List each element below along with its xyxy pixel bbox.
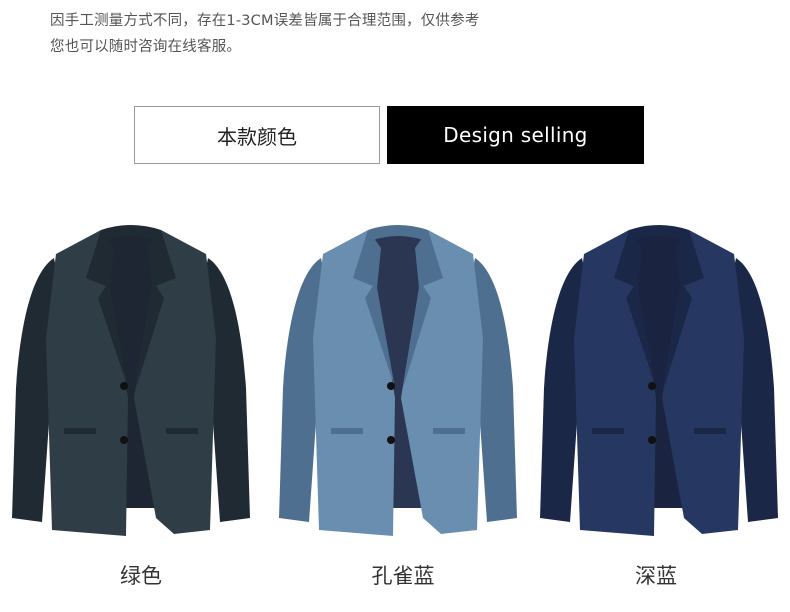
tab-colors-label: 本款颜色 bbox=[217, 124, 297, 149]
right-pocket bbox=[166, 428, 198, 434]
color-label-1: 绿色 bbox=[120, 564, 162, 588]
button-top bbox=[387, 382, 395, 390]
tab-design-selling-label: Design selling bbox=[443, 123, 588, 147]
left-pocket bbox=[592, 428, 624, 434]
jacket-image-3[interactable] bbox=[534, 218, 784, 538]
button-top bbox=[120, 382, 128, 390]
jacket-image-1[interactable] bbox=[6, 218, 256, 538]
left-pocket bbox=[64, 428, 96, 434]
button-bottom bbox=[120, 436, 128, 444]
button-top bbox=[648, 382, 656, 390]
color-label-2: 孔雀蓝 bbox=[371, 564, 435, 588]
tab-colors[interactable]: 本款颜色 bbox=[134, 106, 380, 164]
left-pocket bbox=[331, 428, 363, 434]
note-line-2: 您也可以随时咨询在线客服。 bbox=[50, 39, 242, 55]
right-pocket bbox=[433, 428, 465, 434]
button-bottom bbox=[648, 436, 656, 444]
measurement-note: 因手工测量方式不同，存在1-3CM误差皆属于合理范围，仅供参考 您也可以随时咨询… bbox=[50, 8, 480, 60]
color-label-3: 深蓝 bbox=[635, 564, 677, 588]
right-pocket bbox=[694, 428, 726, 434]
jacket-image-2[interactable] bbox=[273, 218, 523, 538]
note-line-1: 因手工测量方式不同，存在1-3CM误差皆属于合理范围，仅供参考 bbox=[50, 13, 480, 29]
button-bottom bbox=[387, 436, 395, 444]
tab-design-selling[interactable]: Design selling bbox=[387, 106, 644, 164]
